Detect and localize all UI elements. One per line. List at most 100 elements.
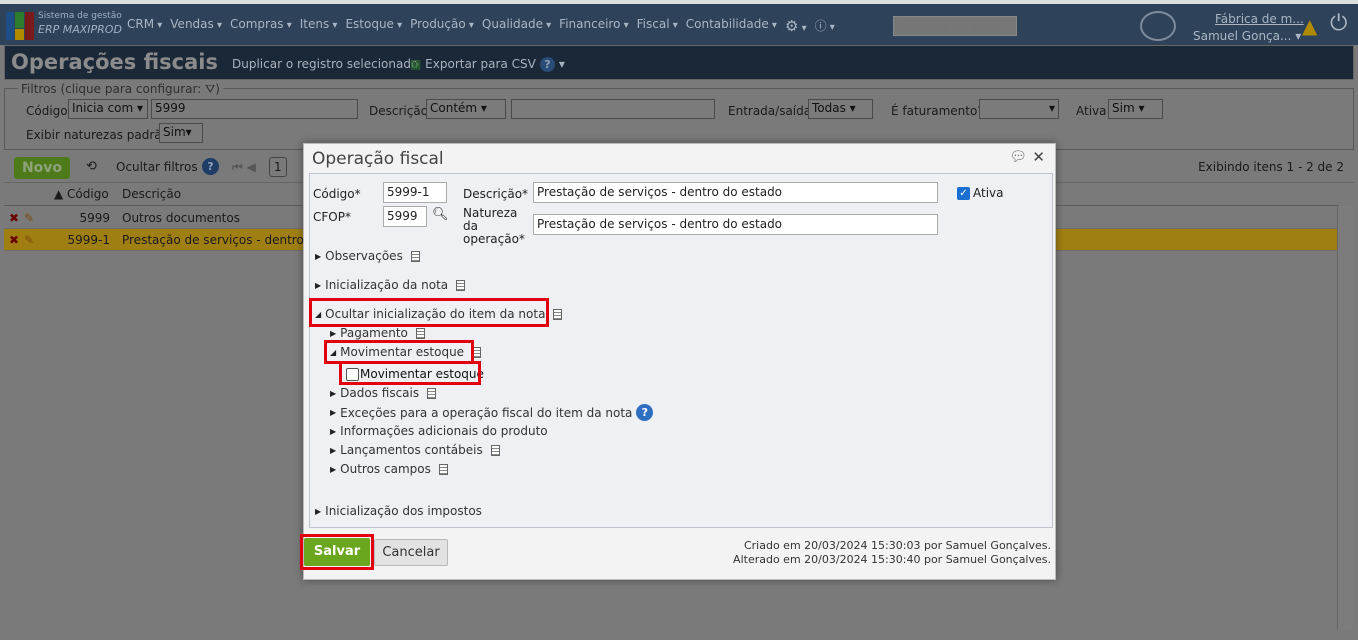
descricao-label: Descrição* <box>463 187 529 201</box>
filter-naturezas-select[interactable]: Sim▾ <box>159 123 203 143</box>
user-menu[interactable]: Samuel Gonça... ▾ <box>1193 29 1301 43</box>
refresh-icon[interactable]: ⟲ <box>86 159 97 174</box>
filter-descricao-input[interactable] <box>511 99 715 119</box>
highlight-box <box>309 298 549 327</box>
section-excecoes[interactable]: ▶ Exceções para a operação fiscal do item… <box>330 404 654 421</box>
column-codigo-header[interactable]: ▲ Código <box>54 187 109 201</box>
page-1-button[interactable]: 1 <box>269 157 287 177</box>
settings-gear-icon[interactable]: ⚙ <box>785 17 807 35</box>
logo-icon <box>6 12 34 40</box>
menu-itens[interactable]: Itens <box>300 17 338 35</box>
filter-entrada-label: Entrada/saída <box>728 104 812 118</box>
grid-scrollbar[interactable] <box>1337 206 1353 630</box>
excel-icon: ▦ <box>410 57 422 71</box>
section-lancamentos-contabeis[interactable]: ▶ Lançamentos contábeis <box>330 443 500 457</box>
highlight-box <box>300 534 374 570</box>
column-descricao-header[interactable]: Descrição <box>122 187 181 201</box>
filter-faturamento-select[interactable]: ▾ <box>979 99 1059 119</box>
section-pagamento[interactable]: ▶ Pagamento <box>330 326 425 340</box>
section-label: Pagamento <box>340 326 408 340</box>
menu-vendas[interactable]: Vendas <box>170 17 222 35</box>
dialog-title: Operação fiscal <box>312 149 444 169</box>
filter-naturezas-value: Sim <box>163 125 186 139</box>
page-help-icon[interactable]: ? ▾ <box>540 57 565 72</box>
help-icon[interactable]: ⓘ <box>815 17 835 35</box>
company-link[interactable]: Fábrica de m... <box>1215 12 1304 26</box>
section-inicializacao-nota[interactable]: ▶ Inicialização da nota <box>315 278 466 292</box>
menu-estoque[interactable]: Estoque <box>345 17 402 35</box>
menu-compras[interactable]: Compras <box>230 17 292 35</box>
chat-bubble-icon[interactable] <box>1140 11 1176 41</box>
menu-qualidade[interactable]: Qualidade <box>482 17 551 35</box>
dialog-form-panel: Código* 5999-1 CFOP* 5999 🔍︎ Descrição* … <box>309 173 1053 528</box>
note-icon <box>427 387 437 399</box>
filter-entrada-value: Todas <box>812 101 846 115</box>
section-dados-fiscais[interactable]: ▶ Dados fiscais <box>330 386 437 400</box>
close-icon[interactable]: ✕ <box>1032 148 1045 166</box>
help-icon[interactable]: ? <box>636 404 654 421</box>
delete-icon[interactable]: ✖ <box>9 233 19 247</box>
export-csv-button[interactable]: ▦ Exportar para CSV <box>410 57 536 71</box>
filters-panel <box>4 88 1354 150</box>
user-name: Samuel Gonça... <box>1193 29 1292 43</box>
edit-pencil-icon[interactable]: ✎ <box>24 233 34 247</box>
note-icon <box>415 327 425 339</box>
natureza-label: Natureza da operação* <box>463 206 525 246</box>
note-icon <box>553 308 563 320</box>
expand-arrow-icon: ▶ <box>315 251 322 261</box>
edit-pencil-icon[interactable]: ✎ <box>24 211 34 225</box>
natureza-input[interactable]: Prestação de serviços - dentro do estado <box>533 214 938 235</box>
section-label: Exceções para a operação fiscal do item … <box>340 405 633 420</box>
note-icon <box>456 279 466 291</box>
expand-arrow-icon: ▶ <box>330 464 337 474</box>
main-menu: CRM Vendas Compras Itens Estoque Produçã… <box>127 17 843 35</box>
section-label: Inicialização dos impostos <box>325 504 482 518</box>
section-inicializacao-impostos[interactable]: ▶ Inicialização dos impostos <box>315 504 482 518</box>
menu-contabilidade[interactable]: Contabilidade <box>686 17 777 35</box>
filter-icon[interactable]: ⛛) <box>205 82 220 96</box>
power-icon[interactable]: ⏻ <box>1330 11 1347 36</box>
cancel-button[interactable]: Cancelar <box>374 539 448 566</box>
duplicate-button[interactable]: Duplicar o registro selecionado <box>232 57 418 71</box>
top-nav-bar: Sistema de gestão ERP MAXIPROD CRM Venda… <box>0 0 1358 45</box>
delete-icon[interactable]: ✖ <box>9 211 19 225</box>
expand-arrow-icon: ▶ <box>330 426 337 436</box>
dialog-comment-icon[interactable]: 💬︎ <box>1009 149 1027 165</box>
filter-codigo-operator[interactable]: Inicia com ▾ <box>68 99 148 119</box>
filter-entrada-select[interactable]: Todas ▾ <box>808 99 873 119</box>
descricao-input[interactable]: Prestação de serviços - dentro do estado <box>533 182 938 203</box>
section-outros-campos[interactable]: ▶ Outros campos <box>330 462 448 476</box>
grid-help-icon[interactable]: ? <box>202 158 219 175</box>
warning-icon[interactable]: ▲ <box>1302 14 1317 38</box>
cfop-label: CFOP* <box>313 210 351 224</box>
row-codigo: 5999-1 <box>67 233 110 247</box>
first-page-icon[interactable]: ⏮ ◀ <box>232 160 256 175</box>
modified-info: Alterado em 20/03/2024 15:30:40 por Samu… <box>733 553 1051 566</box>
search-icon[interactable]: 🔍︎ <box>432 207 449 222</box>
new-button[interactable]: Novo <box>14 157 70 179</box>
row-descricao: Prestação de serviços - dentro do <box>122 233 323 247</box>
codigo-input[interactable]: 5999-1 <box>383 182 447 203</box>
filter-ativa-select[interactable]: Sim ▾ <box>1108 99 1163 119</box>
menu-crm[interactable]: CRM <box>127 17 162 35</box>
codigo-label: Código* <box>313 187 361 201</box>
section-label: Outros campos <box>340 462 431 476</box>
filter-codigo-input[interactable]: 5999 <box>151 99 358 119</box>
menu-fiscal[interactable]: Fiscal <box>637 17 678 35</box>
filter-ativa-label: Ativa <box>1076 104 1107 118</box>
help-search-input[interactable] <box>893 16 1017 36</box>
page-header: Operações fiscais Duplicar o registro se… <box>4 45 1354 80</box>
row-codigo: 5999 <box>79 211 110 225</box>
section-info-adicionais[interactable]: ▶ Informações adicionais do produto <box>330 424 548 438</box>
menu-financeiro[interactable]: Financeiro <box>559 17 628 35</box>
menu-producao[interactable]: Produção <box>410 17 474 35</box>
cfop-input[interactable]: 5999 <box>383 206 427 227</box>
highlight-box <box>339 361 481 385</box>
filters-legend[interactable]: Filtros (clique para configurar: ⛛) <box>18 82 223 97</box>
ativa-checkbox[interactable]: ✓ Ativa <box>957 186 1004 200</box>
hide-filters-button[interactable]: Ocultar filtros <box>116 160 198 174</box>
filter-descricao-operator[interactable]: Contém ▾ <box>426 99 506 119</box>
column-codigo-label: Código <box>67 187 109 201</box>
section-observacoes[interactable]: ▶ Observações <box>315 249 420 263</box>
brand-subtitle: Sistema de gestão <box>38 11 122 21</box>
